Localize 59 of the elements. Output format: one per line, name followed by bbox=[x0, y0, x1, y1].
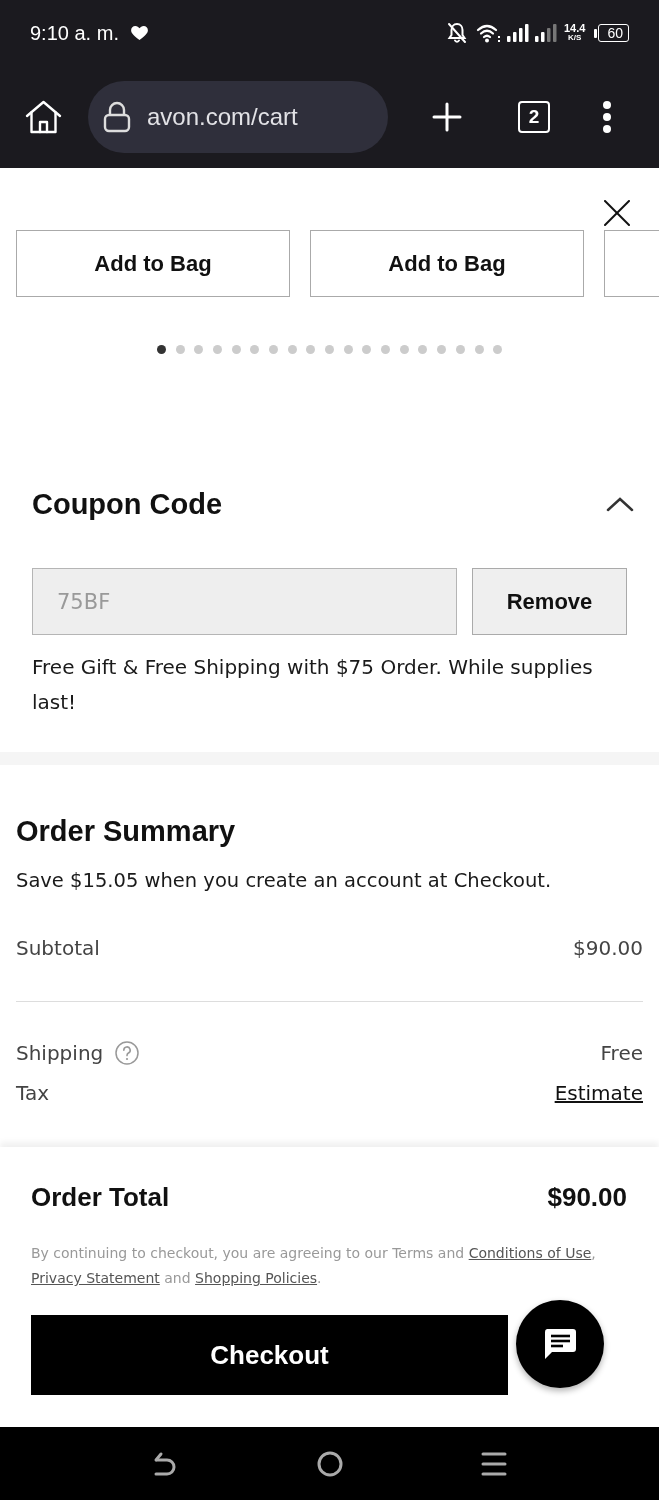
pagination-dot[interactable] bbox=[287, 345, 297, 354]
order-total-value: $90.00 bbox=[547, 1181, 627, 1213]
wifi-icon bbox=[476, 23, 501, 43]
pagination-dot[interactable] bbox=[437, 345, 447, 354]
checkout-button[interactable]: Checkout bbox=[31, 1315, 508, 1395]
account-savings-text: Save $15.05 when you create an account at Checkout. bbox=[16, 868, 553, 894]
help-icon[interactable] bbox=[115, 1041, 140, 1065]
coupon-message: Free Gift & Free Shipping with $75 Order. While supplies last! bbox=[32, 654, 594, 716]
pagination-dot[interactable] bbox=[250, 345, 260, 354]
pagination-dot[interactable] bbox=[418, 345, 428, 354]
summary-label: Shipping bbox=[16, 1041, 104, 1065]
remove-button[interactable]: Remove bbox=[472, 568, 627, 635]
pagination-dot[interactable] bbox=[231, 345, 241, 354]
pagination-dot[interactable] bbox=[343, 345, 353, 354]
chat-bubble-icon bbox=[543, 1328, 577, 1360]
add-to-bag-button[interactable]: Add to Bag bbox=[310, 230, 584, 297]
legal-link[interactable]: Privacy Statement bbox=[31, 1270, 160, 1286]
lock-icon bbox=[103, 101, 131, 133]
pagination-dot[interactable] bbox=[212, 345, 222, 354]
summary-value: Free bbox=[600, 1041, 643, 1065]
pagination-dot[interactable] bbox=[399, 345, 409, 354]
network-speed: 14.4 bbox=[564, 23, 586, 33]
chevron-icon[interactable] bbox=[606, 496, 634, 512]
legal-notice: By continuing to checkout, you are agreeing to our Terms and Conditions of Use, Privacy Statement and Shopping Policies. bbox=[31, 1244, 597, 1288]
coupon-heading: Coupon Code bbox=[32, 487, 223, 521]
address-bar[interactable]: avon.com/cart bbox=[88, 81, 388, 153]
summary-label: Subtotal bbox=[16, 936, 100, 960]
summary-value: $90.00 bbox=[573, 936, 643, 960]
signal-icon bbox=[507, 24, 529, 42]
pagination-dot[interactable] bbox=[306, 345, 316, 354]
status-time: 9:10 a. m. bbox=[30, 21, 119, 45]
pagination-dot[interactable] bbox=[194, 345, 204, 354]
bell-off-icon bbox=[447, 22, 467, 44]
summary-link[interactable]: Estimate bbox=[554, 1081, 643, 1105]
add-to-bag-button[interactable]: Add to Bag bbox=[16, 230, 290, 297]
signal-icon bbox=[535, 24, 557, 42]
order-total-label: Order Total bbox=[31, 1181, 170, 1213]
summary-label: Tax bbox=[16, 1081, 49, 1105]
pagination-dot[interactable] bbox=[175, 345, 185, 354]
home-icon[interactable] bbox=[25, 100, 62, 134]
pagination-dot[interactable] bbox=[325, 345, 334, 354]
circle-icon[interactable] bbox=[316, 1450, 343, 1477]
speed-unit: K/S bbox=[568, 33, 582, 43]
order-summary-heading: Order Summary bbox=[16, 814, 237, 848]
pagination-dot[interactable] bbox=[156, 345, 166, 354]
menu-icon[interactable] bbox=[480, 1450, 507, 1477]
battery-indicator: 60 bbox=[594, 24, 629, 42]
legal-link[interactable]: Conditions of Use bbox=[468, 1245, 592, 1261]
pagination-dot[interactable] bbox=[455, 345, 465, 354]
heart-icon bbox=[130, 26, 148, 40]
pagination-dot[interactable] bbox=[381, 345, 391, 354]
pagination-dot[interactable] bbox=[474, 345, 484, 354]
pagination-dot[interactable] bbox=[268, 345, 278, 354]
pagination-dot[interactable] bbox=[493, 345, 503, 354]
chat-button[interactable] bbox=[516, 1300, 604, 1388]
plus-icon[interactable] bbox=[432, 102, 462, 132]
tab-count-button[interactable]: 2 bbox=[518, 101, 550, 133]
pagination-dot[interactable] bbox=[362, 345, 372, 354]
more-options-icon[interactable] bbox=[602, 101, 612, 133]
